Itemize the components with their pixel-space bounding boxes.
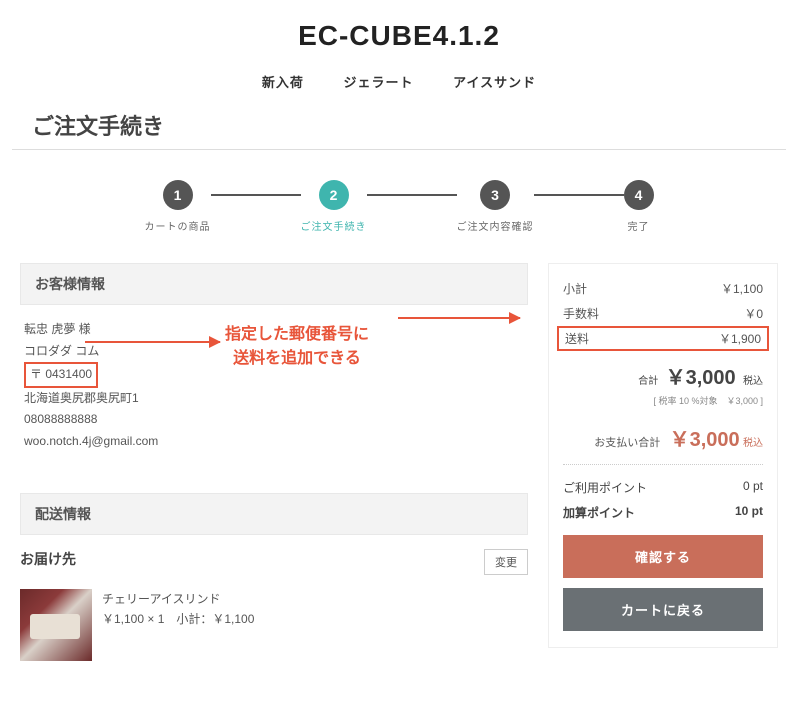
- subtotal-label: 小計: [563, 280, 587, 297]
- confirm-button[interactable]: 確認する: [563, 535, 763, 578]
- add-point-label: 加算ポイント: [563, 504, 635, 521]
- step-4: 4 完了: [624, 180, 654, 233]
- change-address-button[interactable]: 変更: [484, 549, 528, 575]
- annotation-line1: 指定した郵便番号に: [225, 323, 369, 347]
- add-point-value: 10 pt: [735, 504, 763, 521]
- tax-note: [ 税率 10 %対象 ￥3,000 ]: [563, 392, 763, 417]
- nav-item-gelato[interactable]: ジェラート: [344, 72, 414, 91]
- use-point-label: ご利用ポイント: [563, 479, 647, 496]
- page-title: ご注文手続き: [12, 109, 786, 150]
- shipping-row: 送料 ￥1,900: [557, 326, 769, 351]
- step-circle: 2: [319, 180, 349, 210]
- main-nav: 新入荷 ジェラート アイスサンド: [0, 60, 798, 109]
- order-summary: 小計 ￥1,100 手数料 ￥0 送料 ￥1,900 合計 ￥3,000 税込 …: [548, 263, 778, 648]
- pay-value: ￥3,000: [670, 429, 740, 451]
- add-point-row: 加算ポイント 10 pt: [563, 500, 763, 525]
- annotation-arrow-right: [398, 317, 520, 319]
- step-1: 1 カートの商品: [145, 180, 211, 233]
- subtotal-row: 小計 ￥1,100: [563, 276, 763, 301]
- fee-label: 手数料: [563, 305, 599, 322]
- pay-label: お支払い合計: [594, 437, 660, 449]
- customer-postal: 〒 0431400: [24, 362, 98, 388]
- annotation-line2: 送料を追加できる: [225, 347, 369, 371]
- fee-value: ￥0: [744, 305, 763, 322]
- step-label: カートの商品: [145, 218, 211, 233]
- product-detail: ￥1,100 × 1 小計：￥1,100: [102, 609, 254, 629]
- step-connector: [211, 194, 301, 196]
- site-title: EC-CUBE4.1.2: [0, 0, 798, 60]
- use-point-row: ご利用ポイント 0 pt: [563, 475, 763, 500]
- shipping-value: ￥1,900: [719, 330, 761, 347]
- step-label: 完了: [624, 218, 654, 233]
- shipping-label: 送料: [565, 330, 589, 347]
- pay-suffix: 税込: [743, 438, 763, 449]
- product-thumbnail: [20, 589, 92, 661]
- customer-address: 北海道奥尻郡奥尻町1: [24, 388, 528, 410]
- pay-total-row: お支払い合計 ￥3,000 税込: [563, 417, 763, 465]
- annotation-text: 指定した郵便番号に 送料を追加できる: [225, 323, 369, 371]
- customer-phone: 08088888888: [24, 409, 528, 431]
- step-circle: 1: [163, 180, 193, 210]
- nav-item-ice-sand[interactable]: アイスサンド: [453, 72, 536, 91]
- checkout-steps: 1 カートの商品 2 ご注文手続き 3 ご注文内容確認 4 完了: [0, 170, 798, 263]
- nav-item-new[interactable]: 新入荷: [262, 72, 304, 91]
- shipping-section-title: 配送情報: [20, 493, 528, 535]
- step-label: ご注文内容確認: [457, 218, 534, 233]
- customer-section-title: お客様情報: [20, 263, 528, 305]
- total-value: ￥3,000: [666, 367, 736, 389]
- step-3: 3 ご注文内容確認: [457, 180, 534, 233]
- subtotal-value: ￥1,100: [721, 280, 763, 297]
- fee-row: 手数料 ￥0: [563, 301, 763, 326]
- step-circle: 3: [480, 180, 510, 210]
- step-connector: [534, 194, 624, 196]
- use-point-value: 0 pt: [743, 479, 763, 496]
- total-label: 合計: [638, 376, 658, 387]
- total-suffix: 税込: [743, 376, 763, 387]
- step-circle: 4: [624, 180, 654, 210]
- total-row: 合計 ￥3,000 税込: [563, 351, 763, 392]
- step-label: ご注文手続き: [301, 218, 367, 233]
- annotation-arrow-left: [85, 341, 220, 343]
- back-to-cart-button[interactable]: カートに戻る: [563, 588, 763, 631]
- product-info: チェリーアイスリンド ￥1,100 × 1 小計：￥1,100: [102, 589, 254, 630]
- step-2: 2 ご注文手続き: [301, 180, 367, 233]
- shipping-sub-title: お届け先: [20, 551, 76, 567]
- customer-email: woo.notch.4j@gmail.com: [24, 431, 528, 453]
- step-connector: [367, 194, 457, 196]
- product-name: チェリーアイスリンド: [102, 589, 254, 609]
